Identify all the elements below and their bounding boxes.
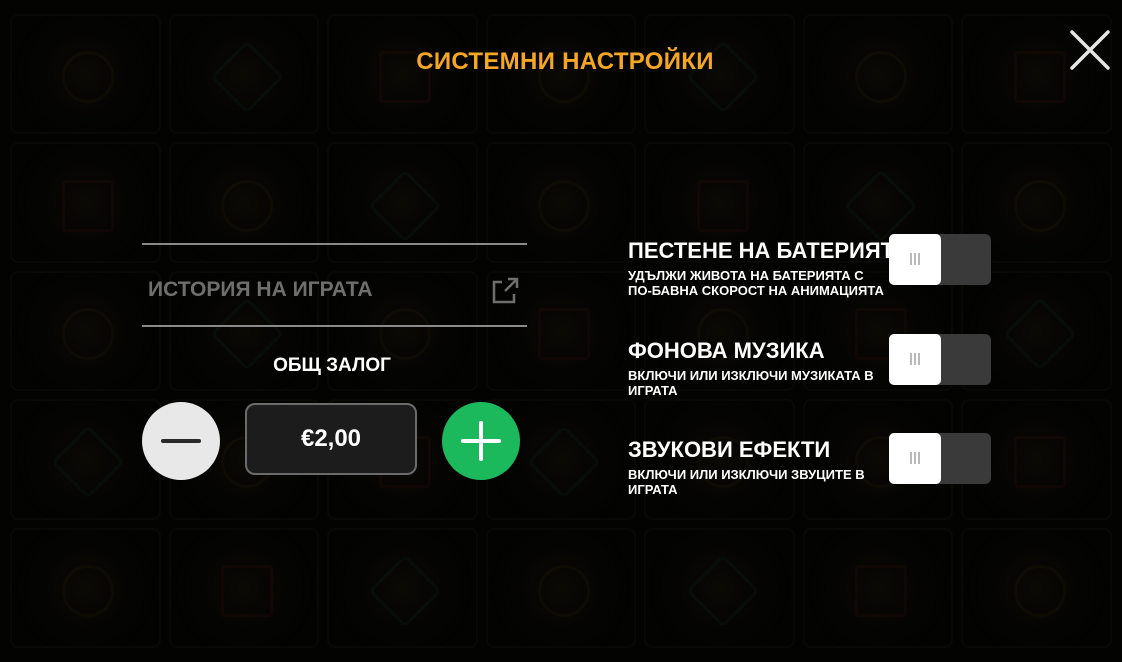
external-link-icon [492,277,519,304]
setting-title: ЗВУКОВИ ЕФЕКТИ [628,437,831,462]
overlay-dim [0,0,1122,662]
minus-icon [161,439,201,443]
game-history-link[interactable]: ИСТОРИЯ НА ИГРАТА [148,276,524,306]
setting-description: УДЪЛЖИ ЖИВОТА НА БАТЕРИЯТА С ПО-БАВНА СК… [628,268,884,298]
grip-icon [914,253,916,265]
plus-icon-vertical [479,421,483,461]
background-music-toggle[interactable] [889,334,991,385]
setting-title: ФОНОВА МУЗИКА [628,338,825,363]
close-button[interactable] [1068,28,1112,72]
grip-icon [910,452,912,464]
setting-title: ПЕСТЕНЕ НА БАТЕРИЯТА [628,238,909,263]
toggle-knob [889,433,941,484]
divider-bottom [142,325,527,327]
grip-icon [918,452,920,464]
close-x-icon [1070,30,1110,70]
battery-saver-toggle[interactable] [889,234,991,285]
toggle-knob [889,234,941,285]
grip-icon [914,452,916,464]
total-bet-label: ОБЩ ЗАЛОГ [273,355,391,376]
divider-top [142,243,527,245]
setting-description: ВКЛЮЧИ ИЛИ ИЗКЛЮЧИ ЗВУЦИТЕ В ИГРАТА [628,467,865,497]
grip-icon [918,353,920,365]
grip-icon [910,353,912,365]
sound-effects-toggle[interactable] [889,433,991,484]
decrease-bet-button[interactable] [142,402,220,480]
grip-icon [910,253,912,265]
grip-icon [918,253,920,265]
setting-description: ВКЛЮЧИ ИЛИ ИЗКЛЮЧИ МУЗИКАТА В ИГРАТА [628,368,874,398]
toggle-knob [889,334,941,385]
game-history-label: ИСТОРИЯ НА ИГРАТА [148,278,373,301]
settings-screen: СИСТЕМНИ НАСТРОЙКИ ИСТОРИЯ НА ИГРАТА ОБЩ… [0,0,1122,662]
grip-icon [914,353,916,365]
bet-value-display: €2,00 [245,403,417,475]
increase-bet-button[interactable] [442,402,520,480]
page-title: СИСТЕМНИ НАСТРОЙКИ [416,48,714,75]
